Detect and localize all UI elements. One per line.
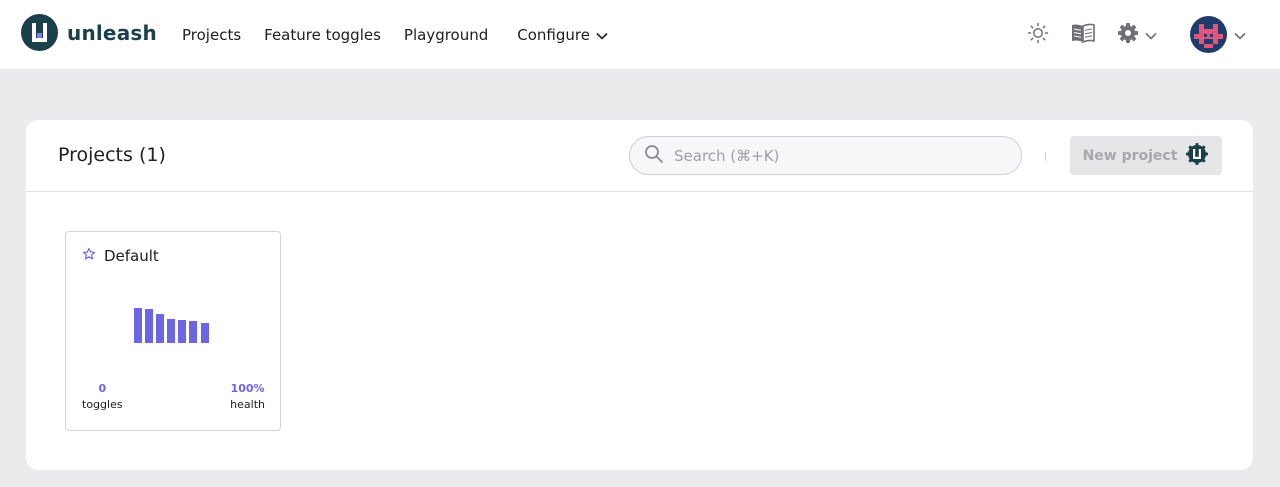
divider xyxy=(1045,152,1046,161)
health-label: health xyxy=(230,398,265,411)
project-card-header: Default xyxy=(82,246,159,265)
nav-configure-label: Configure xyxy=(517,25,590,44)
nav-feature-toggles[interactable]: Feature toggles xyxy=(264,26,381,44)
project-card[interactable]: Default 0 toggles 100% health xyxy=(65,231,281,431)
main-nav: Projects Feature toggles Playground Conf… xyxy=(182,0,631,69)
book-icon xyxy=(1070,22,1096,48)
toggles-stat: 0 toggles xyxy=(82,382,123,411)
sun-icon xyxy=(1026,21,1050,49)
toggles-label: toggles xyxy=(82,398,123,411)
search-input[interactable] xyxy=(674,146,994,165)
page-title: Projects (1) xyxy=(58,144,166,166)
search-icon xyxy=(644,144,664,168)
toggles-count: 0 xyxy=(98,382,107,395)
top-navigation: unleash Projects Feature toggles Playgro… xyxy=(0,0,1280,69)
project-activity-icon xyxy=(132,306,214,350)
settings-menu-button[interactable] xyxy=(1117,22,1157,48)
nav-configure[interactable]: Configure xyxy=(517,26,608,44)
star-icon[interactable] xyxy=(82,246,96,265)
unleash-logo-icon xyxy=(21,14,58,51)
search-box[interactable] xyxy=(629,136,1022,175)
unleash-badge-icon xyxy=(1185,142,1209,170)
gear-icon xyxy=(1117,22,1139,48)
theme-toggle-button[interactable] xyxy=(1026,21,1054,49)
chevron-down-icon xyxy=(1145,25,1157,44)
chevron-down-icon xyxy=(596,26,608,44)
project-name: Default xyxy=(104,246,159,265)
nav-projects[interactable]: Projects xyxy=(182,26,241,44)
chevron-down-icon xyxy=(1234,25,1246,44)
avatar xyxy=(1190,16,1227,53)
projects-panel: Projects (1) New project xyxy=(26,120,1253,470)
brand-name: unleash xyxy=(67,20,157,45)
nav-playground[interactable]: Playground xyxy=(404,26,488,44)
user-menu-button[interactable] xyxy=(1190,16,1246,53)
brand-logo[interactable]: unleash xyxy=(21,14,157,51)
health-value: 100% xyxy=(230,382,265,395)
new-project-label: New project xyxy=(1082,147,1178,164)
health-stat: 100% health xyxy=(230,382,265,411)
panel-header: Projects (1) New project xyxy=(26,120,1253,192)
new-project-button[interactable]: New project xyxy=(1070,136,1222,175)
documentation-button[interactable] xyxy=(1070,22,1096,48)
header-actions xyxy=(1026,0,1246,69)
